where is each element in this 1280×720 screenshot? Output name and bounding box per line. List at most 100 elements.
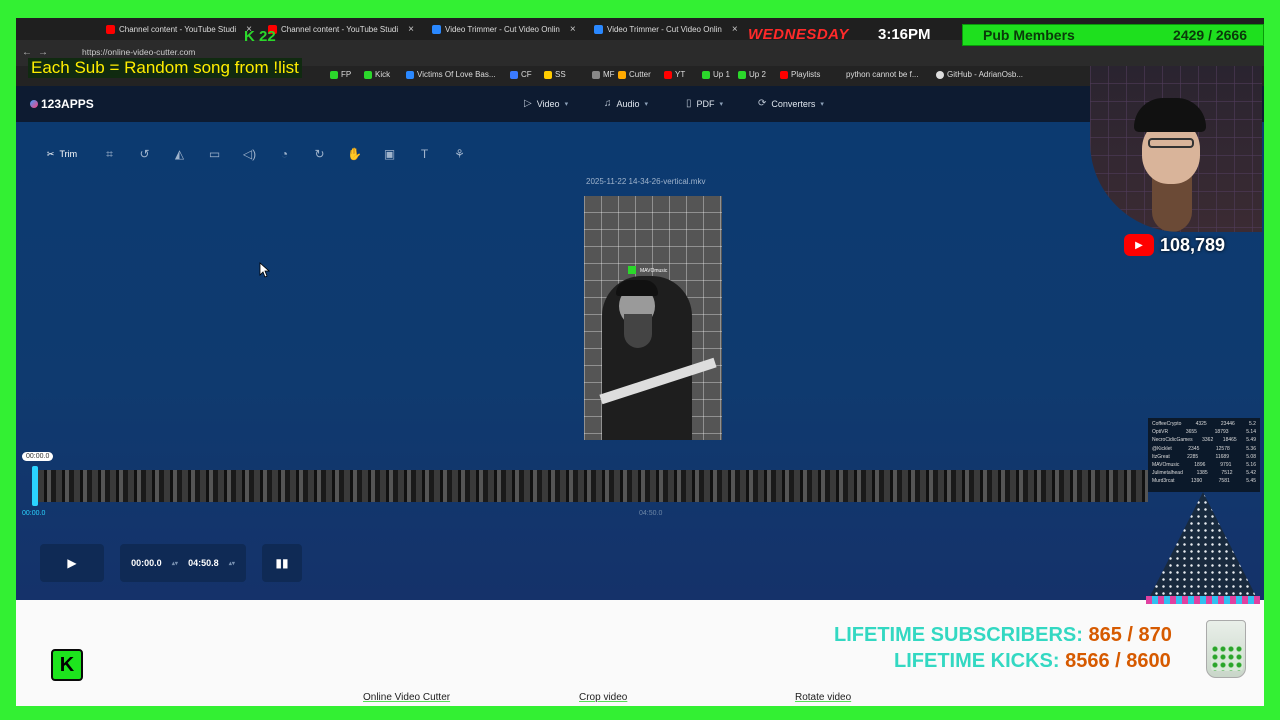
browser-tab[interactable]: Channel content - YouTube Studi × [106, 20, 252, 38]
timeline-filmstrip[interactable] [38, 470, 1148, 502]
youtube-icon [780, 70, 788, 79]
menu-audio[interactable]: ♫ Audio ▾ [604, 98, 648, 109]
bookmark[interactable]: Cutter [618, 70, 651, 79]
converters-icon: ⟳ [758, 98, 767, 109]
play-button[interactable]: ▶ [40, 544, 104, 582]
url-field[interactable]: https://online-video-cutter.com [82, 47, 195, 57]
tool-label: Trim [59, 149, 78, 159]
end-time-input[interactable]: 04:50.8 [188, 558, 219, 568]
leaderboard-value: 3655 [1185, 429, 1197, 436]
bookmark[interactable]: Playlists [780, 70, 820, 79]
bookmark-icon [618, 70, 626, 79]
chevron-down-icon: ▾ [564, 100, 569, 108]
menu-pdf[interactable]: ▯ PDF ▾ [686, 98, 723, 109]
tool-trim[interactable]: ✂ Trim [32, 142, 92, 166]
leaderboard-row: Murd3rcat 1390 7581 5.45 [1152, 477, 1256, 485]
playhead-time-bubble: 00:00.0 [22, 452, 54, 461]
editor-workspace: ✂ Trim ⌗ ↺ ◭ ▭ ◁) ◔ ↻ ✋ ▣ T ⚘ 2025-11-22 … [16, 122, 1264, 600]
bookmark[interactable]: Kick [364, 70, 390, 79]
link-rotate-video[interactable]: Rotate video [795, 692, 851, 703]
video-filename: 2025-11-22 14-34-26-vertical.mkv [586, 177, 706, 186]
nav-arrows-icon[interactable]: ←→ [22, 47, 54, 58]
app-logo[interactable]: 123APPS [30, 97, 94, 111]
timeline-mid-time: 04:50.0 [639, 510, 663, 517]
cut-icon[interactable]: ⚘ [442, 142, 477, 166]
mouse-cursor-icon [259, 262, 271, 278]
bookmark[interactable]: Up 1 [702, 70, 730, 79]
leaderboard-value: 1390 [1191, 478, 1203, 485]
frame-button[interactable]: ▮▮ [262, 544, 302, 582]
youtube-icon: ▶ [1124, 234, 1154, 256]
volume-icon[interactable]: ◁) [232, 142, 267, 166]
youtube-icon [664, 70, 672, 79]
leaderboard-row: NecroCidicGames 3362 18465 5.49 [1152, 436, 1256, 444]
video-preview[interactable]: MAVOmusic [584, 196, 722, 440]
text-icon[interactable]: T [407, 142, 442, 166]
preview-cap [616, 280, 658, 296]
image-icon[interactable]: ▣ [372, 142, 407, 166]
chevron-down-icon: ▾ [820, 100, 824, 108]
audio-icon: ♫ [604, 98, 612, 109]
bookmark[interactable]: Up 2 [738, 70, 766, 79]
browser-tab[interactable]: Video Trimmer - Cut Video Onlin × [432, 20, 576, 38]
close-icon[interactable]: × [408, 24, 414, 35]
link-crop-video[interactable]: Crop video [579, 692, 627, 703]
stepper-icon[interactable]: ▴▾ [229, 560, 235, 567]
browser-tab-active[interactable]: Video Trimmer - Cut Video Onlin × [594, 20, 738, 38]
close-icon[interactable]: × [732, 24, 738, 35]
leaderboard-value: 5.16 [1246, 462, 1256, 469]
link-online-video-cutter[interactable]: Online Video Cutter [363, 692, 450, 703]
bookmark[interactable]: CF [510, 70, 532, 79]
pub-members-count: 2429 / 2666 [1173, 27, 1247, 43]
lifetime-subscribers: LIFETIME SUBSCRIBERS: 865 / 870 [834, 624, 1172, 647]
pdf-icon: ▯ [686, 98, 692, 109]
bookmark[interactable]: Victims Of Love Bas... [406, 70, 496, 79]
menu-label: Audio [616, 98, 640, 109]
pub-members-bar: Pub Members 2429 / 2666 [962, 24, 1264, 46]
close-icon[interactable]: × [570, 24, 576, 35]
bookmark[interactable]: FP [330, 70, 351, 79]
bookmark[interactable]: GitHub - AdrianOsb... [936, 70, 1023, 79]
crop-icon[interactable]: ⌗ [92, 142, 127, 166]
stabilize-icon[interactable]: ✋ [337, 142, 372, 166]
webcam-glasses [1148, 138, 1194, 148]
tab-label: Channel content - YouTube Studi [119, 24, 237, 34]
browser-tab[interactable]: Channel content - YouTube Studi × [268, 20, 414, 38]
lifetime-subs-label: LIFETIME SUBSCRIBERS: [834, 624, 1083, 646]
rotate-icon[interactable]: ↺ [127, 142, 162, 166]
loop-icon[interactable]: ↻ [302, 142, 337, 166]
frames-icon: ▮▮ [275, 556, 289, 570]
tab-label: Video Trimmer - Cut Video Onlin [445, 24, 560, 34]
menu-video[interactable]: ▷ Video ▾ [524, 98, 568, 109]
bookmark[interactable]: SS [544, 70, 566, 79]
preview-handle: MAVOmusic [640, 268, 668, 274]
timeline-playhead[interactable] [32, 466, 38, 506]
leaderboard-row: OptiVR 3655 18793 5.14 [1152, 428, 1256, 436]
bookmark-icon [510, 70, 518, 79]
leaderboard-value: 1385 [1196, 470, 1208, 477]
leaderboard-name: OptiVR [1152, 429, 1169, 436]
leaderboard-row: ItzGreat 2285 11689 5.08 [1152, 453, 1256, 461]
leaderboard-value: 5.08 [1246, 453, 1256, 460]
start-time-input[interactable]: 00:00.0 [131, 558, 162, 568]
resize-icon[interactable]: ▭ [197, 142, 232, 166]
kick-icon: K [244, 28, 255, 45]
leaderboard-name: Julimetalhead [1152, 470, 1183, 477]
menu-converters[interactable]: ⟳ Converters ▾ [758, 98, 824, 109]
bookmark[interactable]: MF [592, 70, 615, 79]
menu-label: PDF [696, 98, 715, 109]
bookmark[interactable]: YT [664, 70, 685, 79]
leaderboard-value: 5.36 [1246, 445, 1256, 452]
play-icon: ▶ [67, 556, 77, 570]
bottom-panel: K Online Video Cutter Crop video Rotate … [16, 600, 1264, 706]
bookmark[interactable]: python cannot be f... [846, 70, 919, 79]
flip-icon[interactable]: ◭ [162, 142, 197, 166]
app-icon [432, 24, 441, 34]
video-icon: ▷ [524, 98, 532, 109]
bookmark-label: python cannot be f... [846, 70, 919, 79]
bookmark-icon [592, 70, 600, 79]
stepper-icon[interactable]: ▴▾ [172, 560, 178, 567]
bookmark-icon [544, 70, 552, 79]
speed-icon[interactable]: ◔ [267, 142, 302, 166]
leaderboard-value: 5.45 [1246, 478, 1256, 485]
